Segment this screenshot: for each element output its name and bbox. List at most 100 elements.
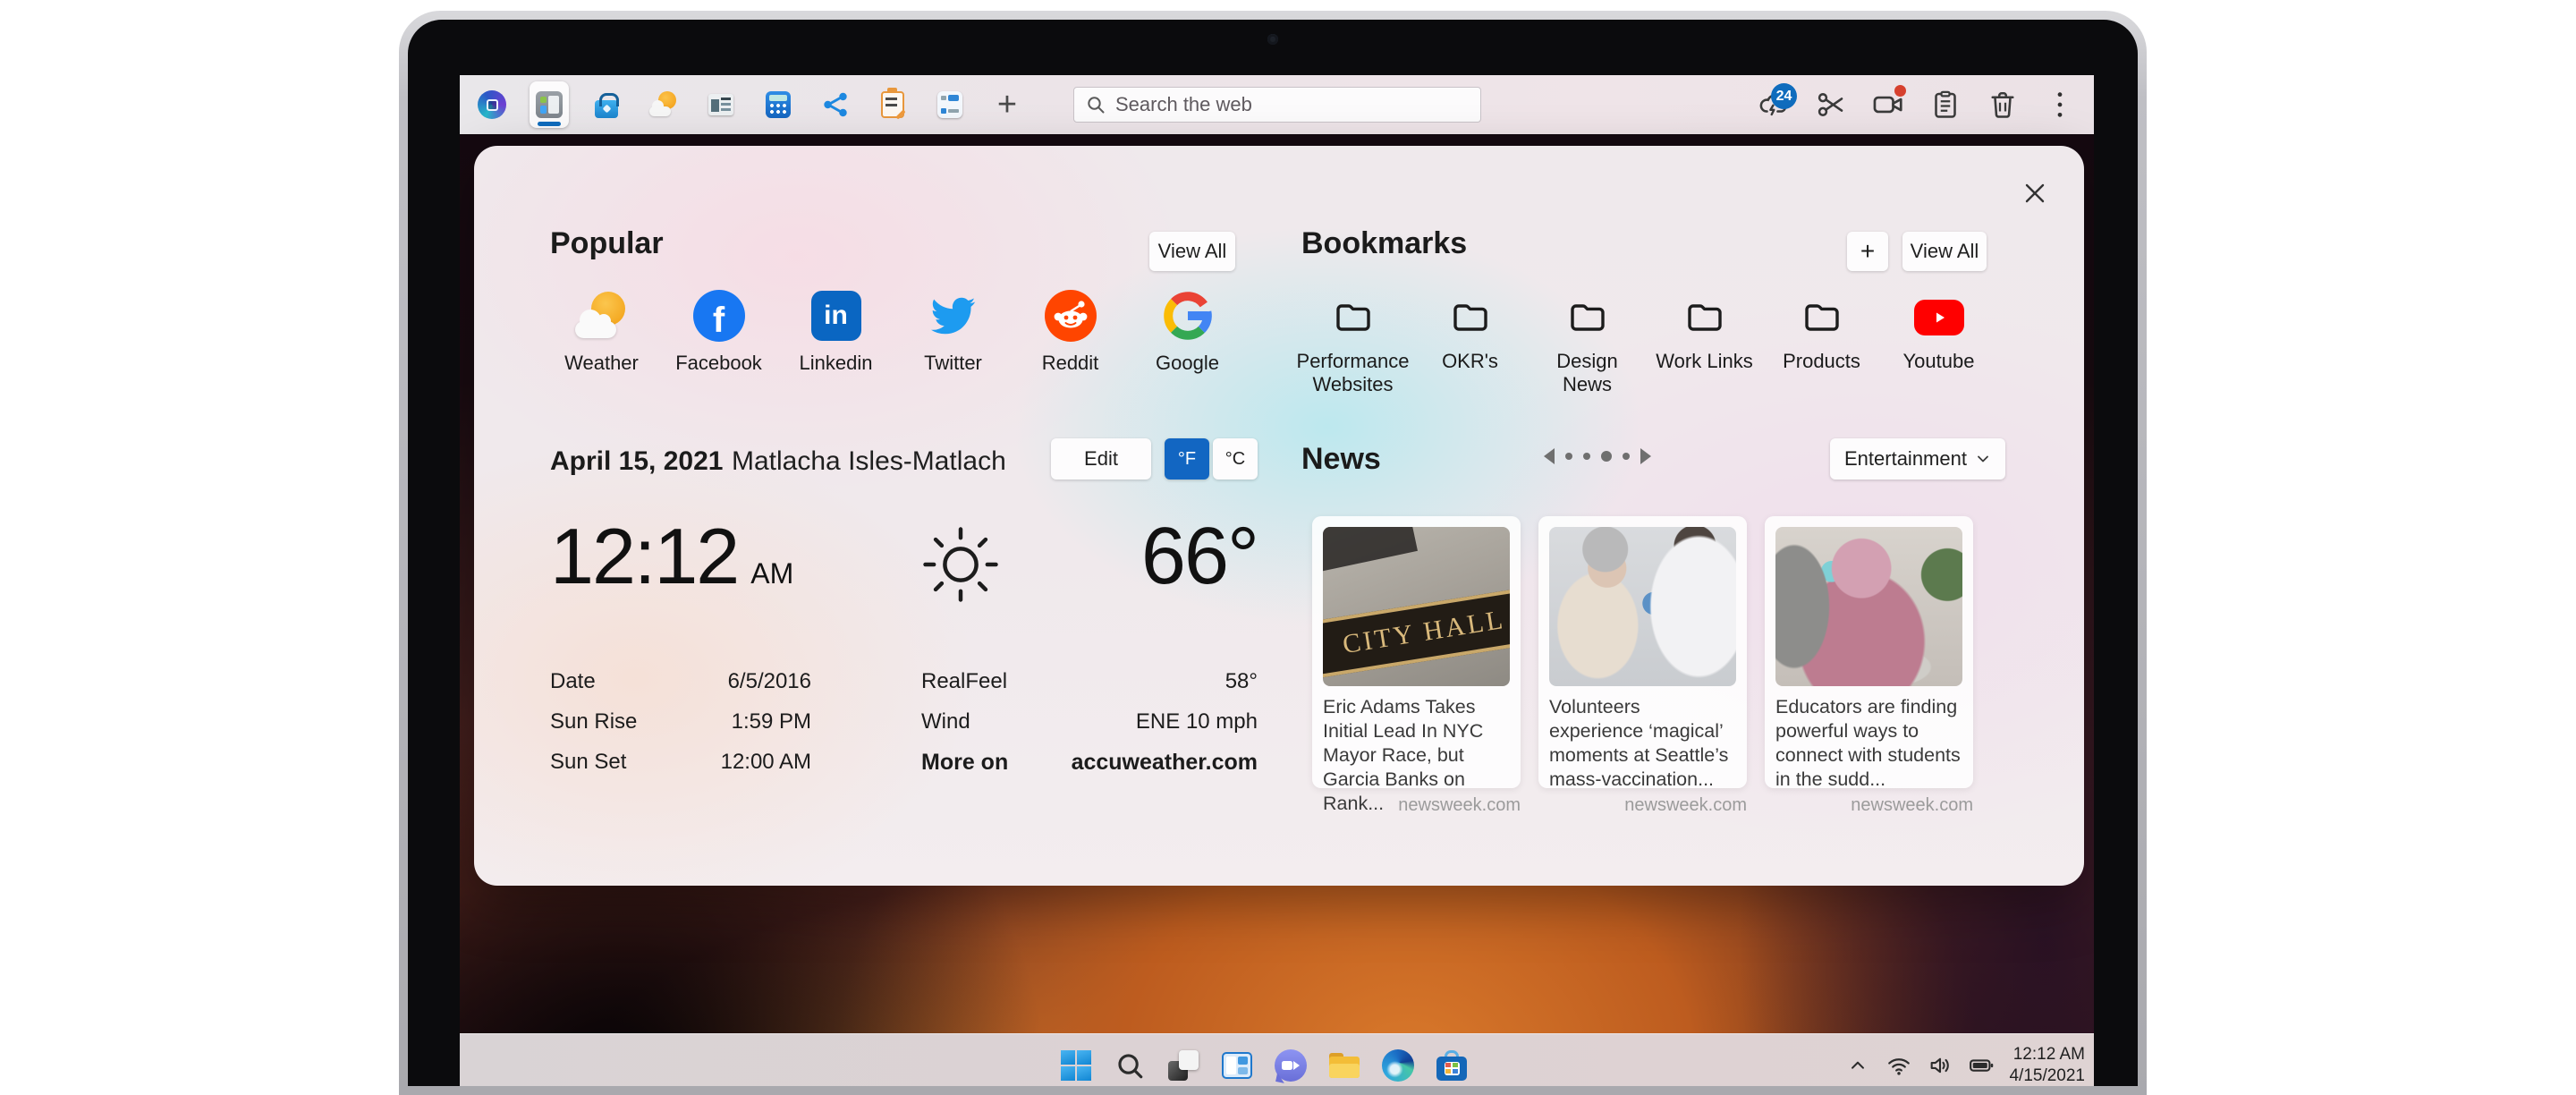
close-panel-button[interactable] xyxy=(2014,173,2055,214)
clock-time: 12:12 AM xyxy=(2009,1044,2085,1065)
bookmark-youtube[interactable]: Youtube xyxy=(1880,291,1997,396)
popular-item-label: Reddit xyxy=(1042,352,1099,375)
popular-item-twitter[interactable]: Twitter xyxy=(894,287,1012,375)
snip-button[interactable] xyxy=(1811,85,1851,124)
popular-item-reddit[interactable]: Reddit xyxy=(1012,287,1129,375)
bookmark-performance-websites[interactable]: Performance Websites xyxy=(1294,291,1411,396)
tray-chevron-up-icon[interactable] xyxy=(1844,1052,1871,1079)
webcam xyxy=(1267,34,1278,45)
bookmark-okrs[interactable]: OKR's xyxy=(1411,291,1529,396)
facebook-icon: f xyxy=(693,290,745,342)
popular-item-google[interactable]: Google xyxy=(1129,287,1246,375)
widgets-board-button[interactable] xyxy=(530,81,569,128)
bookmarks-view-all-button[interactable]: View All xyxy=(1902,232,1987,271)
edge-button[interactable] xyxy=(1381,1048,1415,1082)
weather-date: April 15, 2021 xyxy=(550,446,723,477)
accuweather-link[interactable]: accuweather.com xyxy=(1072,750,1258,776)
fahrenheit-toggle[interactable]: °F xyxy=(1165,438,1209,480)
popular-item-label: Google xyxy=(1156,352,1219,375)
widgets-icon xyxy=(1222,1052,1252,1079)
weather-edit-button[interactable]: Edit xyxy=(1051,438,1151,480)
trash-button[interactable] xyxy=(1983,85,2022,124)
bookmark-design-news[interactable]: Design News xyxy=(1529,291,1646,396)
news-cards: CITY HALL Eric Adams Takes Initial Lead … xyxy=(1312,516,1973,788)
reddit-icon xyxy=(1045,290,1097,342)
laptop-bezel: + 24 xyxy=(408,20,2138,1086)
weather-time: 12:12 xyxy=(550,511,738,602)
weather-alerts-button[interactable]: 24 xyxy=(1754,85,1793,124)
popular-item-label: Twitter xyxy=(924,352,982,375)
bookmark-products[interactable]: Products xyxy=(1763,291,1880,396)
store-button[interactable] xyxy=(1435,1048,1469,1082)
news-card-educators[interactable]: Educators are finding powerful ways to c… xyxy=(1765,516,1973,788)
screen: + 24 xyxy=(460,75,2094,1086)
news-source: newsweek.com xyxy=(1538,795,1747,816)
news-card-city-hall[interactable]: CITY HALL Eric Adams Takes Initial Lead … xyxy=(1312,516,1521,788)
news-image: CITY HALL xyxy=(1323,527,1510,686)
widgets-board-icon xyxy=(536,91,563,118)
system-tray: 12:12 AM 4/15/2021 xyxy=(1844,1034,2085,1086)
app-launcher-button[interactable] xyxy=(472,81,512,128)
share-button[interactable] xyxy=(816,81,855,128)
search-input[interactable] xyxy=(1115,93,1470,116)
file-explorer-button[interactable] xyxy=(1327,1048,1361,1082)
taskbar-search-button[interactable] xyxy=(1113,1048,1147,1082)
widgets-list-button[interactable] xyxy=(930,81,970,128)
widgets-button[interactable] xyxy=(1220,1048,1254,1082)
pager-previous-arrow[interactable] xyxy=(1544,448,1555,464)
news-category-dropdown[interactable]: Entertainment xyxy=(1830,438,2005,480)
weather-clock: 12:12 AM xyxy=(550,511,793,602)
pager-dot[interactable] xyxy=(1623,453,1630,460)
add-bookmark-button[interactable]: + xyxy=(1847,232,1888,271)
news-app-button[interactable] xyxy=(701,81,741,128)
folder-icon xyxy=(1798,296,1846,339)
shopping-button[interactable] xyxy=(587,81,626,128)
task-view-button[interactable] xyxy=(1166,1048,1200,1082)
calculator-button[interactable] xyxy=(758,81,798,128)
bookmark-label: OKR's xyxy=(1442,350,1498,373)
microsoft-store-icon xyxy=(1436,1050,1467,1081)
bookmark-label: Youtube xyxy=(1903,350,1975,373)
widgets-panel: Popular View All Weather f Facebook in L… xyxy=(474,146,2084,886)
pager-next-arrow[interactable] xyxy=(1640,448,1651,464)
teams-chat-icon xyxy=(1275,1049,1307,1082)
wifi-icon[interactable] xyxy=(1885,1052,1912,1079)
popular-item-linkedin[interactable]: in Linkedin xyxy=(777,287,894,375)
battery-icon[interactable] xyxy=(1968,1052,1995,1079)
search-icon xyxy=(1085,94,1106,115)
detail-label: Sun Set xyxy=(550,750,626,775)
popular-item-facebook[interactable]: f Facebook xyxy=(660,287,777,375)
news-title: News xyxy=(1301,442,1381,477)
popular-view-all-button[interactable]: View All xyxy=(1149,232,1235,271)
bookmark-label: Products xyxy=(1783,350,1860,373)
pager-dot[interactable] xyxy=(1565,453,1572,460)
pager-dot-active[interactable] xyxy=(1601,451,1612,462)
pager-dot[interactable] xyxy=(1583,453,1590,460)
edge-browser-icon xyxy=(1382,1049,1414,1082)
camera-button[interactable] xyxy=(1868,85,1908,124)
search-bar[interactable] xyxy=(1073,87,1481,123)
bookmark-work-links[interactable]: Work Links xyxy=(1646,291,1763,396)
detail-label: Wind xyxy=(921,709,970,734)
add-widget-button[interactable]: + xyxy=(987,81,1027,128)
celsius-toggle[interactable]: °C xyxy=(1213,438,1258,480)
alerts-count-badge: 24 xyxy=(1771,83,1797,109)
clipboard-button[interactable] xyxy=(1926,85,1965,124)
popular-item-weather[interactable]: Weather xyxy=(543,287,660,375)
more-menu-button[interactable] xyxy=(2040,85,2080,124)
detail-value: 6/5/2016 xyxy=(728,669,811,694)
weather-app-button[interactable] xyxy=(644,81,683,128)
weather-icon xyxy=(575,292,629,340)
taskbar-clock[interactable]: 12:12 AM 4/15/2021 xyxy=(2009,1044,2085,1087)
start-button[interactable] xyxy=(1059,1048,1093,1082)
volume-icon[interactable] xyxy=(1927,1052,1953,1079)
todo-button[interactable] xyxy=(873,81,912,128)
todo-clipboard-icon xyxy=(881,91,904,118)
bookmark-label: Performance Websites xyxy=(1296,350,1411,396)
chat-button[interactable] xyxy=(1274,1048,1308,1082)
taskbar: 12:12 AM 4/15/2021 xyxy=(460,1033,2094,1086)
news-card-vaccination[interactable]: Volunteers experience ‘magical’ moments … xyxy=(1538,516,1747,788)
scissors-icon xyxy=(1815,89,1847,121)
app-launcher-icon xyxy=(478,90,506,119)
popular-item-label: Weather xyxy=(564,352,639,375)
